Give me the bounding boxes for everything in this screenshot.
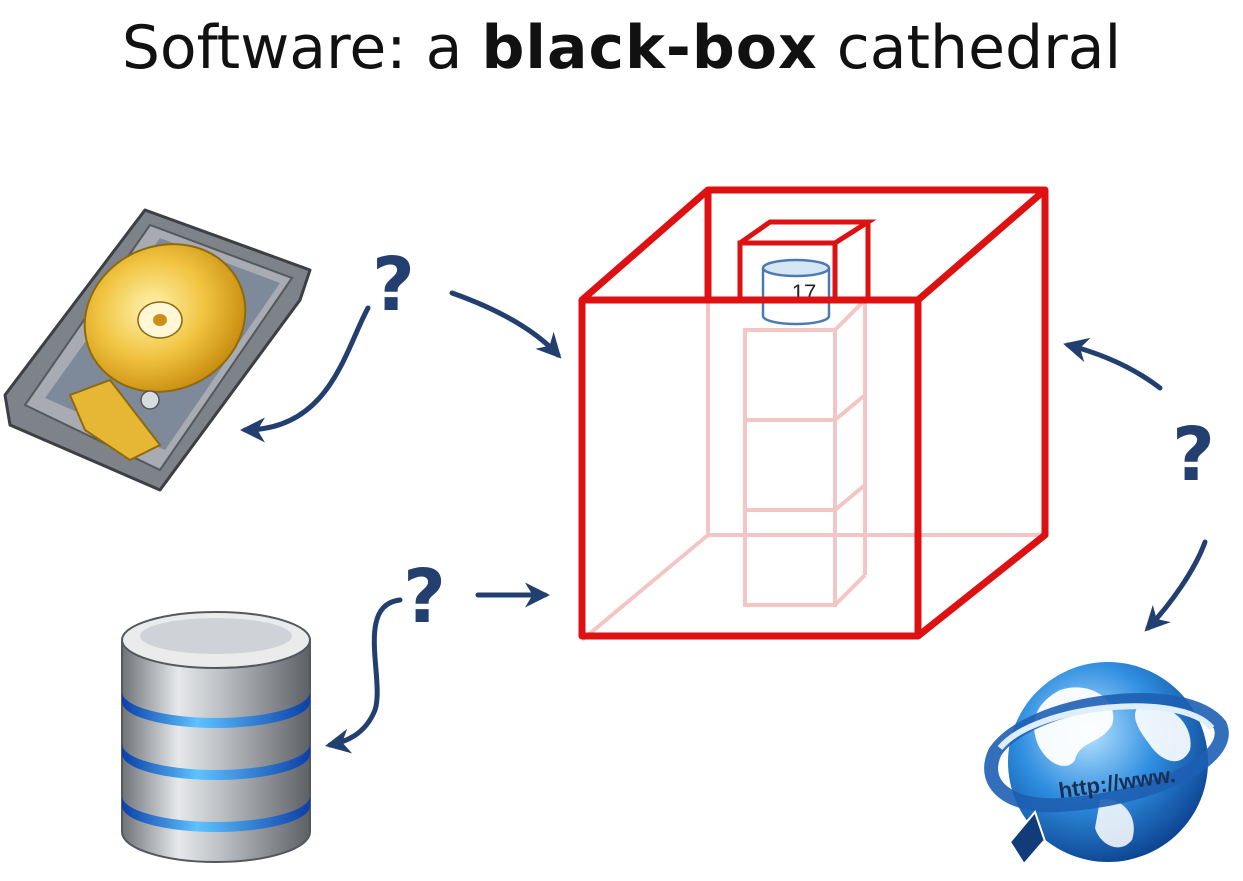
question-mark-bottom-left: ? xyxy=(403,554,446,640)
cube-back-edges xyxy=(579,186,1049,639)
database-icon xyxy=(121,611,311,863)
hard-drive-icon xyxy=(3,208,312,492)
arrow-to-database xyxy=(325,597,403,754)
arrow-to-globe xyxy=(1144,539,1208,632)
diagram-canvas: 17 http://www. xyxy=(3,186,1229,866)
arrow-to-cube-from-right xyxy=(1063,337,1163,391)
globe-icon xyxy=(984,662,1229,866)
question-mark-right: ? xyxy=(1172,412,1215,498)
cube-front-face xyxy=(578,296,922,640)
question-mark-top-left: ? xyxy=(372,242,415,328)
arrow-to-cube-from-top-left xyxy=(449,290,562,359)
